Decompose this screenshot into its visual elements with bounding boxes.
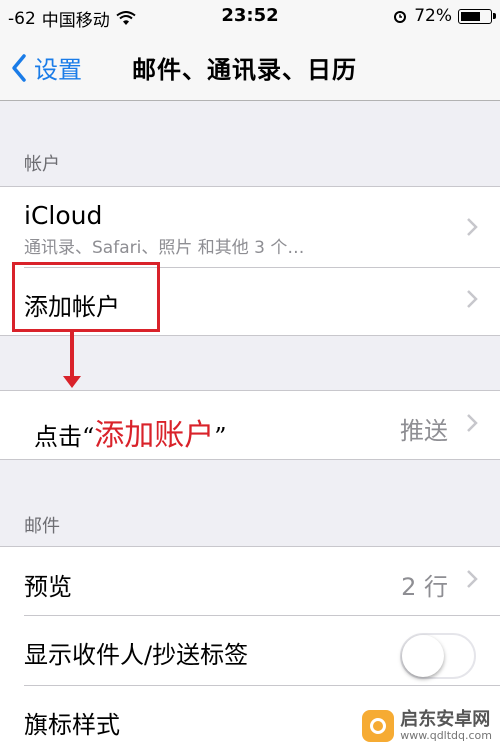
mail-section-header: 邮件 — [24, 516, 60, 537]
show-to-cc-label: 显示收件人/抄送标签 — [24, 641, 249, 669]
status-bar: -62 中国移动 23:52 72% — [0, 0, 500, 34]
accounts-section-header: 帐户 — [24, 154, 60, 175]
fetch-value: 推送 — [400, 417, 448, 445]
chevron-left-icon — [12, 53, 26, 82]
preview-label: 预览 — [24, 573, 72, 601]
battery-percent: 72% — [414, 6, 452, 26]
toggle-knob — [402, 635, 444, 677]
annotation-arrow-line — [70, 332, 74, 380]
chevron-right-icon — [467, 414, 478, 432]
status-right: 72% — [392, 6, 496, 26]
preview-row[interactable]: 预览 2 行 — [0, 547, 500, 615]
battery-icon — [458, 8, 496, 24]
annotation-highlight-box — [12, 262, 160, 332]
watermark-logo-icon — [362, 710, 395, 742]
page-title: 邮件、通讯录、日历 — [132, 56, 357, 84]
icloud-title: iCloud — [24, 201, 103, 230]
alarm-clock-icon — [394, 11, 407, 23]
battery-fill — [461, 11, 481, 21]
chevron-right-icon — [467, 218, 478, 236]
show-to-cc-row: 显示收件人/抄送标签 — [0, 615, 500, 685]
preview-value: 2 行 — [401, 573, 448, 601]
chevron-right-icon — [467, 570, 478, 588]
back-button-label: 设置 — [34, 56, 82, 84]
icloud-subtitle: 通讯录、Safari、照片 和其他 3 个… — [24, 238, 305, 258]
navigation-bar: 设置 邮件、通讯录、日历 — [0, 34, 500, 101]
icloud-account-row[interactable]: iCloud 通讯录、Safari、照片 和其他 3 个… — [0, 187, 500, 267]
annotation-note: 点击“添加账户” — [20, 392, 334, 458]
back-button[interactable]: 设置 — [10, 50, 82, 85]
annotation-suffix: ” — [214, 423, 227, 451]
watermark: 启东安卓网 www.qdltdq.com — [362, 710, 492, 742]
annotation-arrow-head — [63, 376, 81, 388]
chevron-right-icon — [467, 290, 478, 308]
annotation-highlight-text: 添加账户 — [94, 418, 215, 453]
watermark-name: 启东安卓网 — [400, 709, 491, 731]
annotation-text: 点击“添加账户” — [34, 410, 227, 454]
watermark-url: www.qdltdq.com — [400, 728, 492, 742]
show-to-cc-toggle[interactable] — [400, 633, 476, 679]
annotation-prefix: 点击“ — [34, 423, 95, 451]
flag-style-label: 旗标样式 — [24, 711, 120, 739]
watermark-text: 启东安卓网 www.qdltdq.com — [400, 710, 492, 742]
